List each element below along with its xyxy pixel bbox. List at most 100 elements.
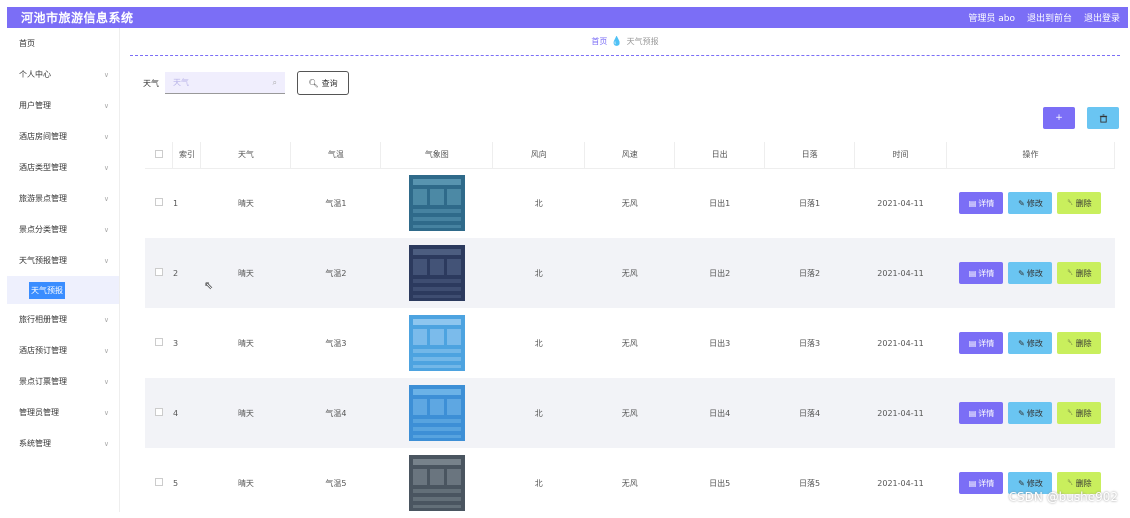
row-select-cell[interactable] xyxy=(145,238,173,308)
header-wind-speed: 风速 xyxy=(585,142,675,168)
edit-button[interactable]: ✎修改 xyxy=(1008,192,1052,214)
row-checkbox[interactable] xyxy=(155,338,163,346)
search-placeholder: 天气 xyxy=(173,77,189,88)
sidebar-item-6[interactable]: 景点分类管理∨ xyxy=(7,214,119,245)
sidebar-item-4[interactable]: 酒店类型管理 ∨ xyxy=(7,152,119,183)
pencil-icon: ✎ xyxy=(1018,409,1025,418)
bulk-delete-button[interactable] xyxy=(1087,107,1119,129)
delete-button[interactable]: ␡删除 xyxy=(1057,402,1101,424)
table-row: 1晴天气温1北无风日出1日落12021-04-11▤详情✎修改␡删除 xyxy=(145,168,1115,238)
row-checkbox[interactable] xyxy=(155,408,163,416)
weather-map-image[interactable] xyxy=(409,175,465,231)
action-buttons: + xyxy=(1043,107,1119,129)
document-icon: ▤ xyxy=(969,339,977,348)
sidebar-item-label: 酒店类型管理 xyxy=(19,162,67,173)
cell-wind-dir: 北 xyxy=(493,448,585,518)
magnifier-icon: 🔍︎ xyxy=(308,79,318,88)
select-all-cell[interactable] xyxy=(145,142,173,168)
cell-temp: 气温3 xyxy=(291,308,381,378)
header-time: 时间 xyxy=(855,142,947,168)
breadcrumb-current: 天气预报 xyxy=(627,36,659,47)
logout-link[interactable]: 退出登录 xyxy=(1084,11,1120,24)
sidebar-item-7[interactable]: 天气预报管理∨ xyxy=(7,245,119,276)
detail-button[interactable]: ▤详情 xyxy=(959,402,1003,424)
pencil-icon: ✎ xyxy=(1018,479,1025,488)
cell-sunset: 日落5 xyxy=(765,448,855,518)
delete-button[interactable]: ␡删除 xyxy=(1057,192,1101,214)
exit-to-frontend-link[interactable]: 退出到前台 xyxy=(1027,11,1072,24)
app-title: 河池市旅游信息系统 xyxy=(21,9,134,26)
edit-button[interactable]: ✎修改 xyxy=(1008,262,1052,284)
edit-button[interactable]: ✎修改 xyxy=(1008,332,1052,354)
sidebar-item-12[interactable]: 系统管理∨ xyxy=(7,428,119,459)
weather-map-cell xyxy=(381,308,493,378)
cell-wind-dir: 北 xyxy=(493,238,585,308)
sidebar-item-11[interactable]: 管理员管理∨ xyxy=(7,397,119,428)
row-select-cell[interactable] xyxy=(145,308,173,378)
chevron-down-icon: ∨ xyxy=(104,102,109,110)
sidebar-item-2[interactable]: 用户管理∨ xyxy=(7,90,119,121)
actions-cell: ▤详情✎修改␡删除 xyxy=(946,378,1114,448)
sidebar-item-label: 旅游景点管理 xyxy=(19,193,67,204)
search-input[interactable]: 天气 ⌕ xyxy=(165,72,285,94)
select-all-checkbox[interactable] xyxy=(155,150,163,158)
actions-cell: ▤详情✎修改␡删除 xyxy=(946,448,1114,518)
header-wind-dir: 风向 xyxy=(493,142,585,168)
sidebar-item-0[interactable]: 首页 xyxy=(7,28,119,59)
cell-index: 4 xyxy=(173,378,201,448)
detail-button-label: 详情 xyxy=(978,408,994,419)
table-row: 5晴天气温5北无风日出5日落52021-04-11▤详情✎修改␡删除 xyxy=(145,448,1115,518)
search-icon: ⌕ xyxy=(273,78,277,88)
detail-button[interactable]: ▤详情 xyxy=(959,192,1003,214)
sidebar-item-label: 酒店房间管理 xyxy=(19,131,67,142)
edit-button[interactable]: ✎修改 xyxy=(1008,402,1052,424)
sidebar-item-1[interactable]: 个人中心∨ xyxy=(7,59,119,90)
row-checkbox[interactable] xyxy=(155,268,163,276)
trash-icon: ␡ xyxy=(1067,198,1073,208)
sidebar-item-10[interactable]: 景点订票管理∨ xyxy=(7,366,119,397)
table-row: 2晴天气温2北无风日出2日落22021-04-11▤详情✎修改␡删除 xyxy=(145,238,1115,308)
mouse-cursor-icon: ⇖ xyxy=(204,279,213,292)
sidebar-subitem-weather-forecast[interactable]: 天气预报 xyxy=(7,276,119,304)
chevron-down-icon: ∨ xyxy=(104,440,109,448)
delete-button[interactable]: ␡删除 xyxy=(1057,332,1101,354)
sidebar-item-9[interactable]: 酒店预订管理∨ xyxy=(7,335,119,366)
admin-user-link[interactable]: 管理员 abo xyxy=(968,11,1015,24)
pencil-icon: ✎ xyxy=(1018,199,1025,208)
detail-button[interactable]: ▤详情 xyxy=(959,472,1003,494)
top-bar: 河池市旅游信息系统 管理员 abo 退出到前台 退出登录 xyxy=(7,7,1128,28)
row-select-cell[interactable] xyxy=(145,378,173,448)
add-button[interactable]: + xyxy=(1043,107,1075,129)
query-button-label: 查询 xyxy=(322,78,338,89)
trash-icon xyxy=(1099,114,1108,123)
cell-index: 1 xyxy=(173,168,201,238)
detail-button[interactable]: ▤详情 xyxy=(959,262,1003,284)
cell-time: 2021-04-11 xyxy=(855,378,947,448)
cell-wind-speed: 无风 xyxy=(585,168,675,238)
row-select-cell[interactable] xyxy=(145,448,173,518)
sidebar-item-8[interactable]: 旅行相册管理∨ xyxy=(7,304,119,335)
trash-icon: ␡ xyxy=(1067,268,1073,278)
sidebar: 首页个人中心∨用户管理∨酒店房间管理∨酒店类型管理∨旅游景点管理∨景点分类管理∨… xyxy=(7,28,120,512)
cell-weather: 晴天 xyxy=(201,378,291,448)
weather-map-image[interactable] xyxy=(409,385,465,441)
row-select-cell[interactable] xyxy=(145,168,173,238)
breadcrumb-home[interactable]: 首页 xyxy=(591,36,607,47)
row-checkbox[interactable] xyxy=(155,198,163,206)
weather-map-image[interactable] xyxy=(409,245,465,301)
weather-map-image[interactable] xyxy=(409,315,465,371)
row-checkbox[interactable] xyxy=(155,478,163,486)
delete-button[interactable]: ␡删除 xyxy=(1057,262,1101,284)
detail-button-label: 详情 xyxy=(978,478,994,489)
header-weather: 天气 xyxy=(201,142,291,168)
chevron-down-icon: ∨ xyxy=(104,164,109,172)
detail-button[interactable]: ▤详情 xyxy=(959,332,1003,354)
weather-map-image[interactable] xyxy=(409,455,465,511)
chevron-down-icon: ∨ xyxy=(104,409,109,417)
chevron-down-icon: ∨ xyxy=(104,378,109,386)
sidebar-item-3[interactable]: 酒店房间管理∨ xyxy=(7,121,119,152)
query-button[interactable]: 🔍︎ 查询 xyxy=(297,71,349,95)
sidebar-item-5[interactable]: 旅游景点管理∨ xyxy=(7,183,119,214)
cell-wind-dir: 北 xyxy=(493,308,585,378)
cell-sunset: 日落2 xyxy=(765,238,855,308)
